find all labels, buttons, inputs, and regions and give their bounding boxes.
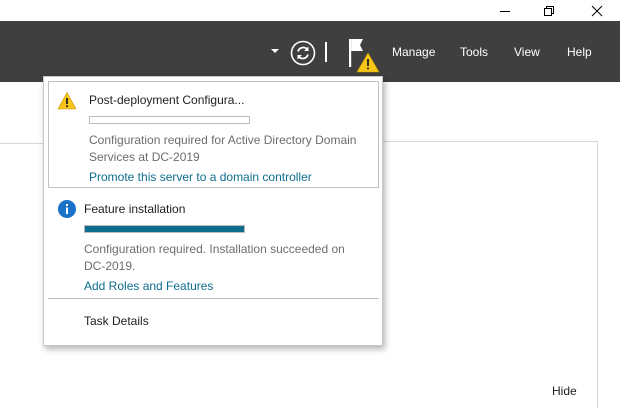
menu-tools[interactable]: Tools — [460, 45, 488, 59]
task-post-deployment: Post-deployment Configura... Configurati… — [48, 81, 379, 188]
info-icon — [58, 200, 76, 218]
menu-help[interactable]: Help — [567, 45, 592, 59]
minimize-button[interactable] — [482, 0, 528, 21]
task-description: Configuration required for Active Direct… — [89, 133, 357, 164]
restore-button[interactable] — [526, 0, 572, 21]
task-progress-bar — [84, 225, 245, 233]
minimize-icon — [500, 10, 510, 12]
refresh-icon[interactable] — [290, 40, 316, 66]
task-description: Configuration required. Installation suc… — [84, 242, 345, 273]
panel-divider — [0, 143, 44, 144]
hide-link[interactable]: Hide — [552, 384, 577, 398]
restore-icon — [544, 5, 554, 16]
menu-manage[interactable]: Manage — [392, 45, 435, 59]
menu-view[interactable]: View — [514, 45, 540, 59]
task-title: Feature installation — [84, 202, 186, 216]
title-bar — [0, 0, 620, 21]
dropdown-arrow-icon[interactable] — [271, 49, 279, 53]
content-box — [378, 141, 598, 408]
task-progress-bar — [89, 116, 250, 124]
task-title: Post-deployment Configura... — [89, 93, 245, 107]
popup-divider — [48, 298, 379, 299]
server-manager-menubar: Manage Tools View Help — [0, 21, 620, 82]
notification-flag-warning-icon[interactable] — [344, 35, 382, 75]
add-roles-features-link[interactable]: Add Roles and Features — [84, 279, 213, 293]
warning-icon — [57, 91, 77, 110]
close-icon — [591, 5, 603, 16]
menubar-separator — [325, 42, 327, 62]
task-progress-fill — [85, 226, 244, 232]
notifications-popup: Post-deployment Configura... Configurati… — [43, 76, 383, 346]
task-details-link[interactable]: Task Details — [84, 314, 149, 328]
close-button[interactable] — [574, 0, 620, 21]
promote-dc-link[interactable]: Promote this server to a domain controll… — [89, 170, 312, 184]
